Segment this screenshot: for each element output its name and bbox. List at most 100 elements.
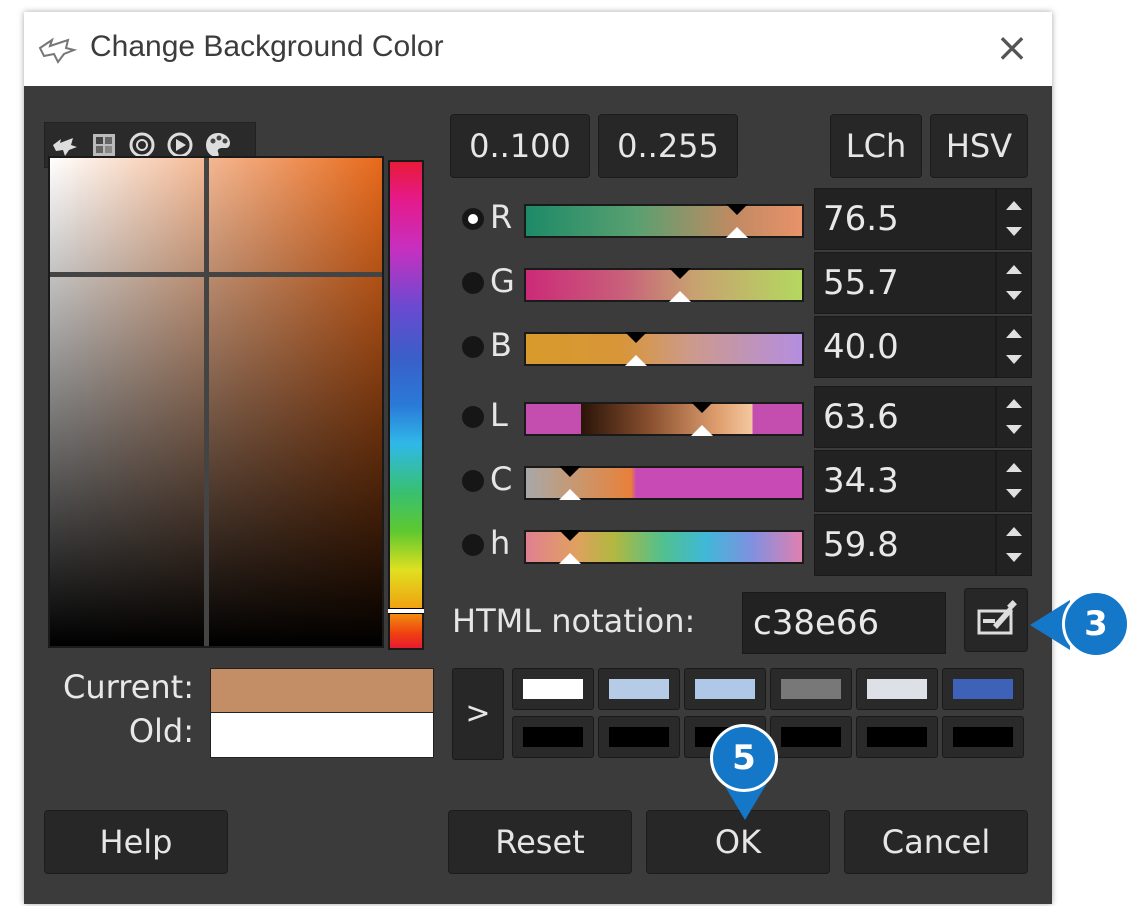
help-button[interactable]: Help	[44, 810, 228, 874]
spin-up-icon[interactable]	[1006, 265, 1022, 274]
hsv-button[interactable]: HSV	[930, 114, 1028, 178]
spinner-g[interactable]	[996, 252, 1032, 314]
spinner-l[interactable]	[996, 386, 1032, 448]
sv-crosshair-vertical	[204, 158, 209, 646]
history-color-swatch[interactable]	[942, 716, 1024, 758]
history-expand-button[interactable]: >	[452, 668, 504, 760]
current-color-swatch	[210, 668, 434, 714]
color-picker-button[interactable]	[964, 588, 1028, 652]
spinner-b[interactable]	[996, 316, 1032, 378]
value-field-b[interactable]: 40.0	[814, 316, 996, 378]
spin-up-icon[interactable]	[1006, 463, 1022, 472]
spin-down-icon[interactable]	[1006, 425, 1022, 434]
value-field-l[interactable]: 63.6	[814, 386, 996, 448]
history-color-swatch[interactable]	[684, 668, 766, 710]
value-field-r[interactable]: 76.5	[814, 188, 996, 250]
history-color-fill	[953, 679, 1013, 699]
spin-up-icon[interactable]	[1006, 201, 1022, 210]
value-text-c: 34.3	[823, 461, 899, 501]
spin-down-icon[interactable]	[1006, 227, 1022, 236]
channel-label-g: G	[490, 262, 515, 300]
spin-down-icon[interactable]	[1006, 291, 1022, 300]
spin-up-icon[interactable]	[1006, 527, 1022, 536]
history-color-fill	[523, 727, 583, 747]
radio-h[interactable]	[462, 534, 484, 556]
history-color-fill	[953, 727, 1013, 747]
radio-l[interactable]	[462, 406, 484, 428]
spin-down-icon[interactable]	[1006, 553, 1022, 562]
channel-row-c: C 34.3	[454, 450, 1052, 512]
radio-b[interactable]	[462, 336, 484, 358]
history-color-swatch[interactable]	[598, 668, 680, 710]
history-color-fill	[781, 679, 841, 699]
html-notation-value: c38e66	[753, 603, 880, 643]
spinner-c[interactable]	[996, 450, 1032, 512]
history-color-fill	[781, 727, 841, 747]
value-field-g[interactable]: 55.7	[814, 252, 996, 314]
slider-c[interactable]	[524, 466, 804, 500]
old-label: Old:	[128, 712, 194, 750]
slider-r[interactable]	[524, 204, 804, 238]
channel-label-r: R	[490, 198, 513, 236]
value-field-h[interactable]: 59.8	[814, 514, 996, 576]
history-color-swatch[interactable]	[942, 668, 1024, 710]
close-icon: ×	[995, 25, 1029, 71]
history-color-fill	[695, 679, 755, 699]
cancel-button[interactable]: Cancel	[844, 810, 1028, 874]
value-text-g: 55.7	[823, 263, 899, 303]
spinner-h[interactable]	[996, 514, 1032, 576]
radio-c[interactable]	[462, 470, 484, 492]
channel-label-b: B	[490, 326, 512, 364]
spinner-r[interactable]	[996, 188, 1032, 250]
slider-b[interactable]	[524, 332, 804, 366]
channel-label-h: h	[490, 524, 511, 562]
value-text-r: 76.5	[823, 199, 899, 239]
history-color-swatch[interactable]	[770, 716, 852, 758]
history-color-swatch[interactable]	[856, 668, 938, 710]
saturation-value-area[interactable]	[48, 156, 384, 648]
spin-down-icon[interactable]	[1006, 355, 1022, 364]
old-color-swatch[interactable]	[210, 712, 434, 758]
range-0-255-button[interactable]: 0..255	[598, 114, 738, 178]
eyedropper-icon	[977, 600, 1017, 635]
radio-r[interactable]	[462, 208, 484, 230]
channel-row-g: G 55.7	[454, 252, 1052, 314]
history-color-swatch[interactable]	[598, 716, 680, 758]
channel-row-l: L 63.6	[454, 386, 1052, 448]
change-background-color-dialog: Change Background Color × Current: Old: …	[24, 12, 1052, 904]
reset-button[interactable]: Reset	[448, 810, 632, 874]
channel-label-l: L	[490, 396, 508, 434]
history-color-fill	[609, 679, 669, 699]
history-color-swatch[interactable]	[770, 668, 852, 710]
lch-button[interactable]: LCh	[830, 114, 922, 178]
channel-label-c: C	[490, 460, 513, 498]
slider-g[interactable]	[524, 268, 804, 302]
slider-h[interactable]	[524, 530, 804, 564]
spin-up-icon[interactable]	[1006, 399, 1022, 408]
title-bar: Change Background Color ×	[24, 12, 1052, 86]
sv-crosshair-horizontal	[50, 272, 382, 277]
history-color-fill	[523, 679, 583, 699]
history-color-fill	[867, 679, 927, 699]
history-color-fill	[609, 727, 669, 747]
radio-g[interactable]	[462, 272, 484, 294]
callout-badge-5: 5	[710, 724, 778, 792]
slider-l[interactable]	[524, 402, 804, 436]
history-color-swatch[interactable]	[512, 668, 594, 710]
spin-up-icon[interactable]	[1006, 329, 1022, 338]
close-button[interactable]: ×	[992, 26, 1032, 70]
history-color-swatch[interactable]	[512, 716, 594, 758]
value-field-c[interactable]: 34.3	[814, 450, 996, 512]
gimp-icon	[38, 37, 78, 64]
hue-marker[interactable]	[388, 608, 424, 614]
range-0-100-button[interactable]: 0..100	[450, 114, 590, 178]
hue-strip[interactable]	[388, 160, 424, 650]
value-text-h: 59.8	[823, 525, 899, 565]
history-color-fill	[867, 727, 927, 747]
value-text-b: 40.0	[823, 327, 899, 367]
history-color-swatch[interactable]	[856, 716, 938, 758]
value-text-l: 63.6	[823, 397, 899, 437]
spin-down-icon[interactable]	[1006, 489, 1022, 498]
current-label: Current:	[63, 668, 194, 706]
html-notation-input[interactable]: c38e66	[742, 592, 946, 654]
